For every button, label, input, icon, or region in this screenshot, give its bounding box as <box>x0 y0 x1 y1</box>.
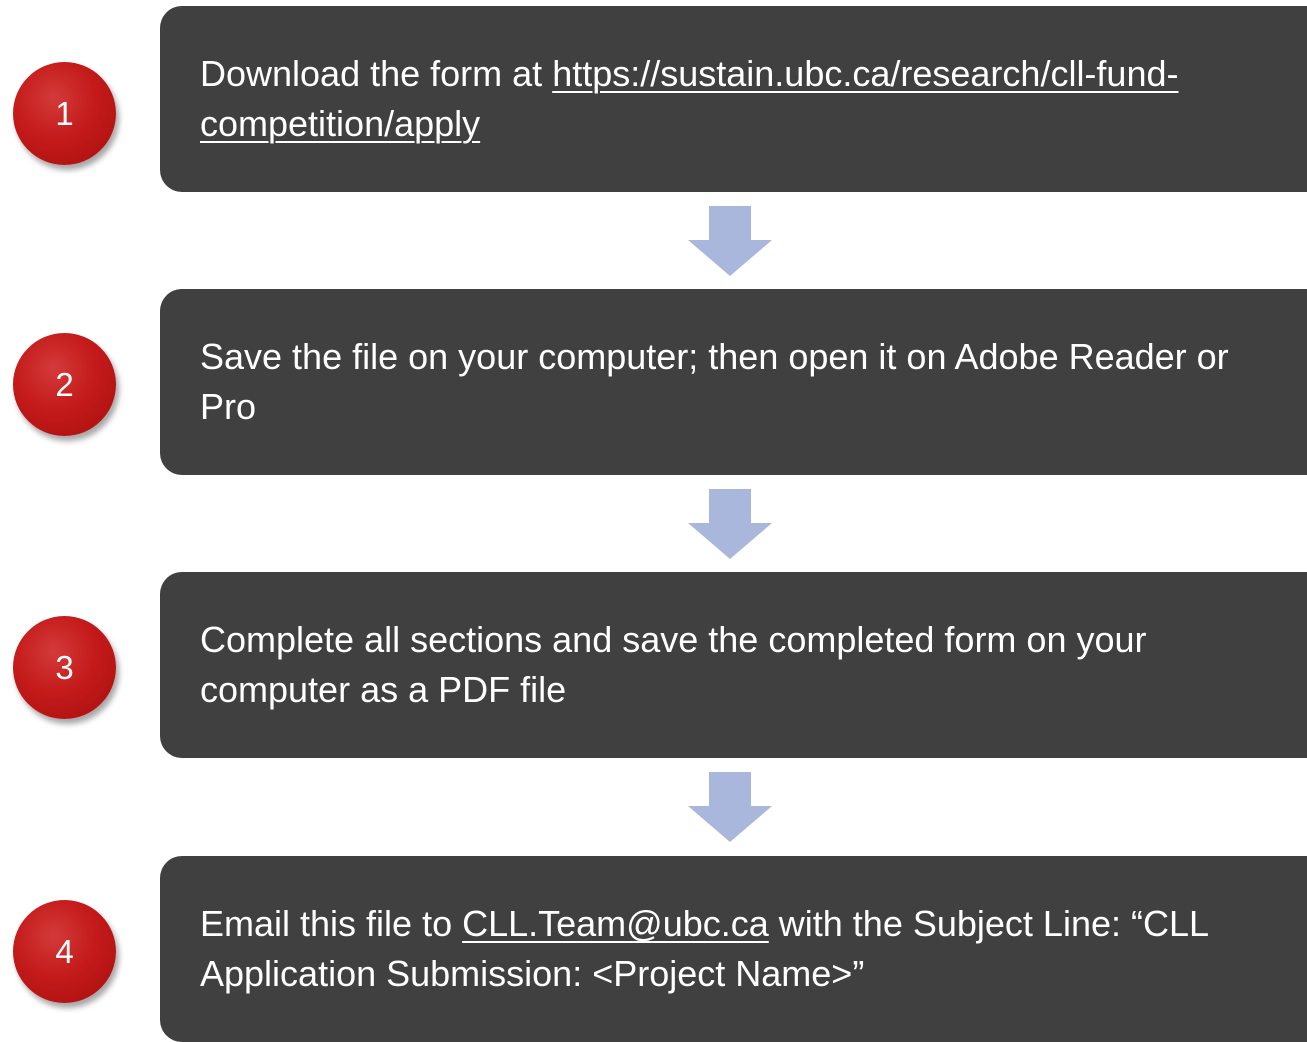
step-4-number: 4 <box>55 932 74 970</box>
step-1-text-before: Download the form at <box>200 53 553 94</box>
email-link[interactable]: CLL.Team@ubc.ca <box>462 903 769 944</box>
step-4-number-badge: 4 <box>13 900 116 1003</box>
arrow-down-icon <box>688 489 772 559</box>
step-2-box: Save the file on your computer; then ope… <box>160 289 1307 475</box>
step-3-box: Complete all sections and save the compl… <box>160 572 1307 758</box>
step-1-number: 1 <box>55 94 74 132</box>
step-2-number: 2 <box>55 365 74 403</box>
step-4-text: Email this file to CLL.Team@ubc.ca with … <box>200 899 1270 999</box>
step-1-number-badge: 1 <box>13 62 116 165</box>
step-1-box: Download the form at https://sustain.ubc… <box>160 6 1307 192</box>
arrow-down-icon <box>688 206 772 276</box>
step-3-number-badge: 3 <box>13 616 116 719</box>
step-4-text-before: Email this file to <box>200 903 463 944</box>
step-4-box: Email this file to CLL.Team@ubc.ca with … <box>160 856 1307 1042</box>
step-2-number-badge: 2 <box>13 333 116 436</box>
step-2-text: Save the file on your computer; then ope… <box>200 336 1229 427</box>
step-1-text: Download the form at https://sustain.ubc… <box>200 49 1270 149</box>
step-3-number: 3 <box>55 648 74 686</box>
step-3-text: Complete all sections and save the compl… <box>200 619 1147 710</box>
arrow-down-icon <box>688 772 772 842</box>
